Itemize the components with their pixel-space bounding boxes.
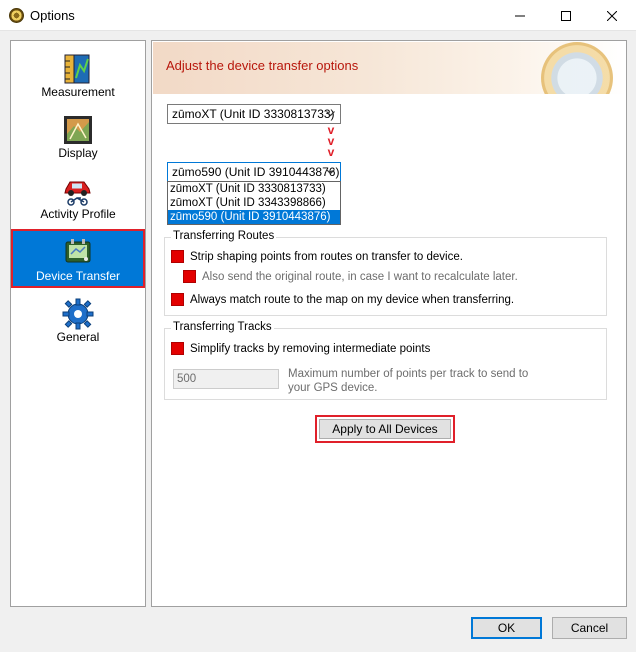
ok-button[interactable]: OK bbox=[471, 617, 542, 639]
title-bar: Options bbox=[0, 0, 636, 31]
sidebar-item-label: Device Transfer bbox=[35, 269, 121, 283]
sidebar-item-activity-profile[interactable]: Activity Profile bbox=[12, 169, 144, 225]
sidebar-item-label: General bbox=[56, 330, 100, 344]
minimize-button[interactable] bbox=[497, 0, 543, 31]
simplify-tracks-checkbox[interactable] bbox=[171, 342, 184, 355]
panel-banner: Adjust the device transfer options bbox=[153, 42, 625, 94]
close-icon bbox=[607, 10, 617, 21]
car-bike-icon bbox=[64, 181, 91, 206]
page-title: Adjust the device transfer options bbox=[166, 58, 359, 73]
group-title: Transferring Tracks bbox=[171, 321, 274, 333]
dropdown-option[interactable]: zūmoXT (Unit ID 3343398866) bbox=[168, 196, 340, 210]
ruler-icon bbox=[64, 54, 90, 84]
transfer-direction-arrows: v v v bbox=[324, 124, 338, 159]
minimize-icon bbox=[515, 15, 525, 16]
group-title: Transferring Routes bbox=[171, 230, 277, 242]
dropdown-option-selected[interactable]: zūmo590 (Unit ID 3910443876) bbox=[168, 210, 340, 224]
simplify-tracks-label: Simplify tracks by removing intermediate… bbox=[190, 342, 431, 355]
settings-panel: Adjust the device transfer options zūmoX… bbox=[151, 40, 627, 607]
sidebar-item-general[interactable]: General bbox=[12, 292, 144, 348]
gear-icon bbox=[62, 298, 94, 330]
sidebar-item-label: Measurement bbox=[41, 85, 115, 99]
sidebar-item-measurement[interactable]: Measurement bbox=[12, 47, 144, 103]
chevron-down-icon bbox=[323, 164, 338, 180]
send-original-option[interactable]: Also send the original route, in case I … bbox=[183, 270, 518, 283]
compass-icon bbox=[541, 42, 613, 94]
send-original-checkbox[interactable] bbox=[183, 270, 196, 283]
dropdown-option[interactable]: zūmoXT (Unit ID 3330813733) bbox=[168, 182, 340, 196]
source-device-select[interactable]: zūmoXT (Unit ID 3330813733) bbox=[167, 104, 341, 124]
source-device-value: zūmoXT (Unit ID 3330813733) bbox=[172, 107, 335, 121]
sidebar-item-label: Activity Profile bbox=[40, 207, 116, 221]
app-icon bbox=[9, 8, 24, 23]
category-sidebar: Measurement Display Activity Profile Dev… bbox=[10, 40, 146, 607]
sidebar-item-device-transfer[interactable]: Device Transfer bbox=[11, 229, 145, 288]
maximize-icon bbox=[561, 10, 571, 21]
cancel-button[interactable]: Cancel bbox=[552, 617, 627, 639]
always-match-checkbox[interactable] bbox=[171, 293, 184, 306]
always-match-option[interactable]: Always match route to the map on my devi… bbox=[171, 293, 514, 306]
chevron-down-icon bbox=[323, 106, 338, 122]
max-points-field[interactable]: 500 bbox=[173, 369, 279, 389]
always-match-label: Always match route to the map on my devi… bbox=[190, 293, 515, 306]
target-device-dropdown-list: zūmoXT (Unit ID 3330813733) zūmoXT (Unit… bbox=[167, 181, 341, 225]
transferring-routes-group: Transferring Routes Strip shaping points… bbox=[164, 230, 607, 316]
apply-to-all-devices-label: Apply to All Devices bbox=[319, 419, 451, 439]
apply-to-all-devices-button[interactable]: Apply to All Devices bbox=[315, 415, 455, 443]
transferring-tracks-group: Transferring Tracks Simplify tracks by r… bbox=[164, 321, 607, 400]
target-device-select[interactable]: zūmo590 (Unit ID 3910443876) bbox=[167, 162, 341, 182]
maximize-button[interactable] bbox=[543, 0, 589, 31]
window-title: Options bbox=[30, 8, 75, 23]
down-chevron-glyph: v bbox=[327, 145, 335, 159]
gps-device-icon bbox=[65, 239, 91, 263]
strip-shaping-checkbox[interactable] bbox=[171, 250, 184, 263]
target-device-value: zūmo590 (Unit ID 3910443876) bbox=[172, 165, 340, 179]
simplify-tracks-option[interactable]: Simplify tracks by removing intermediate… bbox=[171, 342, 430, 355]
sidebar-item-display[interactable]: Display bbox=[12, 108, 144, 164]
strip-shaping-option[interactable]: Strip shaping points from routes on tran… bbox=[171, 250, 463, 263]
send-original-label: Also send the original route, in case I … bbox=[202, 270, 518, 283]
map-display-icon bbox=[64, 116, 92, 144]
close-button[interactable] bbox=[589, 0, 635, 31]
strip-shaping-label: Strip shaping points from routes on tran… bbox=[190, 250, 463, 263]
sidebar-item-label: Display bbox=[58, 146, 98, 160]
max-points-help-text: Maximum number of points per track to se… bbox=[288, 368, 529, 394]
